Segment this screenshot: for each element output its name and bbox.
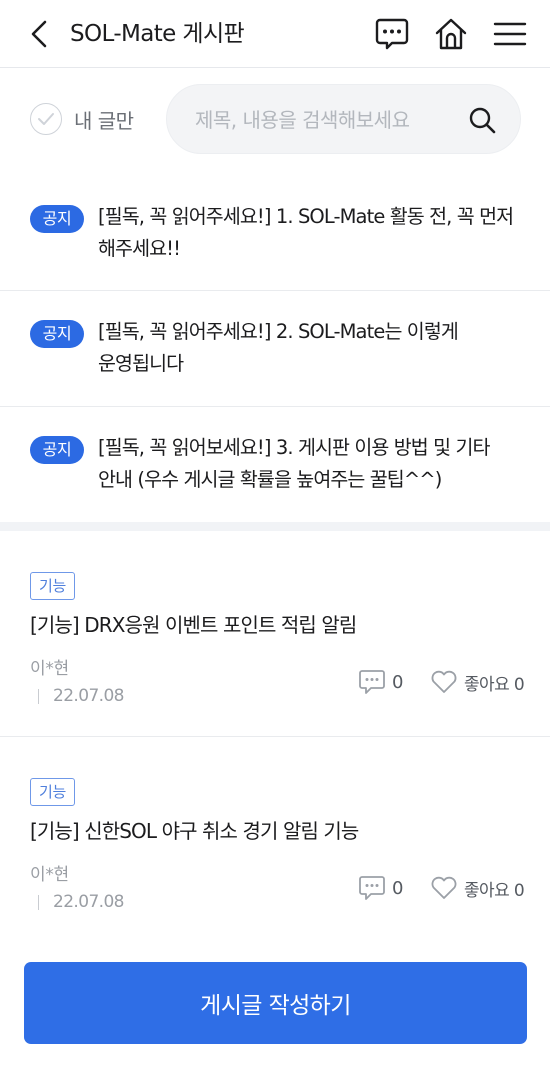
post-item[interactable]: 기능 [기능] 신한SOL 야구 취소 경기 알림 기능 이*현 22.07.0… (0, 740, 550, 943)
board-page: SOL-Mate 게시판 내 글만 제목, 내용을 검색해보세요 공지 [필독,… (0, 0, 550, 1068)
comment-count: 0 (392, 877, 404, 899)
notice-badge: 공지 (30, 320, 84, 348)
post-date: 22.07.08 (53, 686, 125, 706)
category-tag: 기능 (30, 572, 76, 600)
post-date-row: 22.07.08 (30, 892, 125, 912)
search-box (166, 84, 521, 154)
filter-row: 내 글만 (0, 84, 550, 154)
notice-title: [필독, 꼭 읽어주세요!] 1. SOL-Mate 활동 전, 꼭 먼저 해주… (98, 205, 514, 260)
home-icon (435, 18, 467, 50)
category-tag: 기능 (30, 778, 76, 806)
comment-icon (358, 875, 386, 901)
header-bar: SOL-Mate 게시판 (0, 0, 550, 68)
mine-only-toggle[interactable]: 내 글만 (30, 103, 134, 135)
like-count: 좋아요 0 (464, 674, 525, 695)
post-date: 22.07.08 (53, 892, 125, 912)
menu-button[interactable] (490, 14, 530, 54)
search-icon (469, 107, 496, 134)
notice-item[interactable]: 공지 [필독, 꼭 읽어주세요!] 1. SOL-Mate 활동 전, 꼭 먼저… (0, 175, 550, 291)
check-icon (38, 113, 54, 125)
heart-icon (430, 670, 458, 694)
search-button[interactable] (466, 104, 498, 136)
post-author: 이*현 (30, 865, 69, 885)
divider (38, 894, 39, 910)
comment-icon (358, 669, 386, 695)
page-title: SOL-Mate 게시판 (70, 21, 245, 47)
notice-title: [필독, 꼭 읽어주세요!] 2. SOL-Mate는 이렇게 운영됩니다 (98, 320, 459, 375)
chat-bubble-icon (375, 18, 409, 50)
notice-badge: 공지 (30, 436, 84, 464)
notice-title: [필독, 꼭 읽어보세요!] 3. 게시판 이용 방법 및 기타 안내 (우수 … (98, 436, 490, 491)
search-input[interactable] (195, 102, 455, 138)
like-button[interactable]: 좋아요 0 (430, 670, 525, 695)
home-button[interactable] (431, 14, 471, 54)
heart-icon (430, 876, 458, 900)
post-stats: 0 좋아요 0 (358, 669, 525, 695)
checkbox-circle[interactable] (30, 103, 62, 135)
post-item[interactable]: 기능 [기능] DRX응원 이벤트 포인트 적립 알림 이*현 22.07.08… (0, 534, 550, 737)
chevron-left-icon (31, 20, 47, 48)
notice-badge: 공지 (30, 205, 84, 233)
mine-only-label: 내 글만 (74, 108, 134, 133)
section-divider (0, 522, 550, 531)
post-author: 이*현 (30, 659, 69, 679)
hamburger-menu-icon (493, 22, 527, 46)
post-date-row: 22.07.08 (30, 686, 125, 706)
comment-count: 0 (392, 671, 404, 693)
post-title: [기능] DRX응원 이벤트 포인트 적립 알림 (30, 613, 357, 637)
notice-item[interactable]: 공지 [필독, 꼭 읽어보세요!] 3. 게시판 이용 방법 및 기타 안내 (… (0, 407, 550, 523)
divider (38, 688, 39, 704)
like-count: 좋아요 0 (464, 880, 525, 901)
post-title: [기능] 신한SOL 야구 취소 경기 알림 기능 (30, 819, 359, 843)
write-post-button[interactable]: 게시글 작성하기 (24, 962, 527, 1044)
chat-button[interactable] (372, 14, 412, 54)
like-button[interactable]: 좋아요 0 (430, 876, 525, 901)
post-stats: 0 좋아요 0 (358, 875, 525, 901)
notice-item[interactable]: 공지 [필독, 꼭 읽어주세요!] 2. SOL-Mate는 이렇게 운영됩니다 (0, 291, 550, 407)
back-button[interactable] (22, 17, 56, 51)
